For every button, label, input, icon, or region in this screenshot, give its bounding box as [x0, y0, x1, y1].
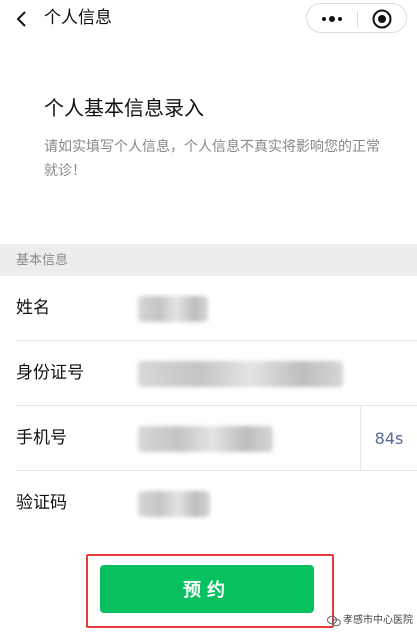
verification-countdown-button[interactable]: 84s — [360, 406, 417, 471]
intro-description: 请如实填写个人信息，个人信息不真实将影响您的正常就诊！ — [44, 139, 380, 179]
redacted-phone — [138, 426, 273, 452]
intro-section: 个人基本信息录入 请如实填写个人信息，个人信息不真实将影响您的正常就诊！ — [0, 40, 417, 244]
target-close-icon[interactable] — [371, 8, 393, 30]
basic-info-form: 姓名 身份证号 手机号 84s 验证码 — [0, 276, 417, 536]
phone-label: 手机号 — [16, 428, 67, 448]
redacted-name — [138, 296, 208, 322]
bottom-action-area: 预约 孝感市中心医院 — [0, 536, 417, 639]
watermark-text: 孝感市中心医院 — [343, 615, 413, 626]
redacted-id — [138, 361, 343, 387]
menu-capsule — [306, 3, 407, 33]
name-row: 姓名 — [0, 276, 417, 341]
intro-heading: 个人基本信息录入 — [44, 96, 204, 120]
phone-row: 手机号 84s — [0, 406, 417, 471]
reserve-button[interactable]: 预约 — [100, 565, 314, 613]
code-label: 验证码 — [16, 493, 67, 513]
chevron-left-icon[interactable] — [12, 9, 32, 29]
capsule-divider — [357, 11, 358, 27]
wechat-logo-icon — [327, 615, 341, 627]
navigation-bar: 个人信息 — [0, 0, 417, 40]
code-row: 验证码 — [0, 471, 417, 536]
name-label: 姓名 — [16, 298, 50, 318]
watermark: 孝感市中心医院 — [327, 614, 413, 628]
more-dots-icon[interactable] — [319, 9, 345, 29]
section-label: 基本信息 — [16, 253, 69, 268]
redacted-code — [138, 491, 210, 517]
id-label: 身份证号 — [16, 363, 84, 383]
page-title: 个人信息 — [44, 8, 112, 28]
id-row: 身份证号 — [0, 341, 417, 406]
